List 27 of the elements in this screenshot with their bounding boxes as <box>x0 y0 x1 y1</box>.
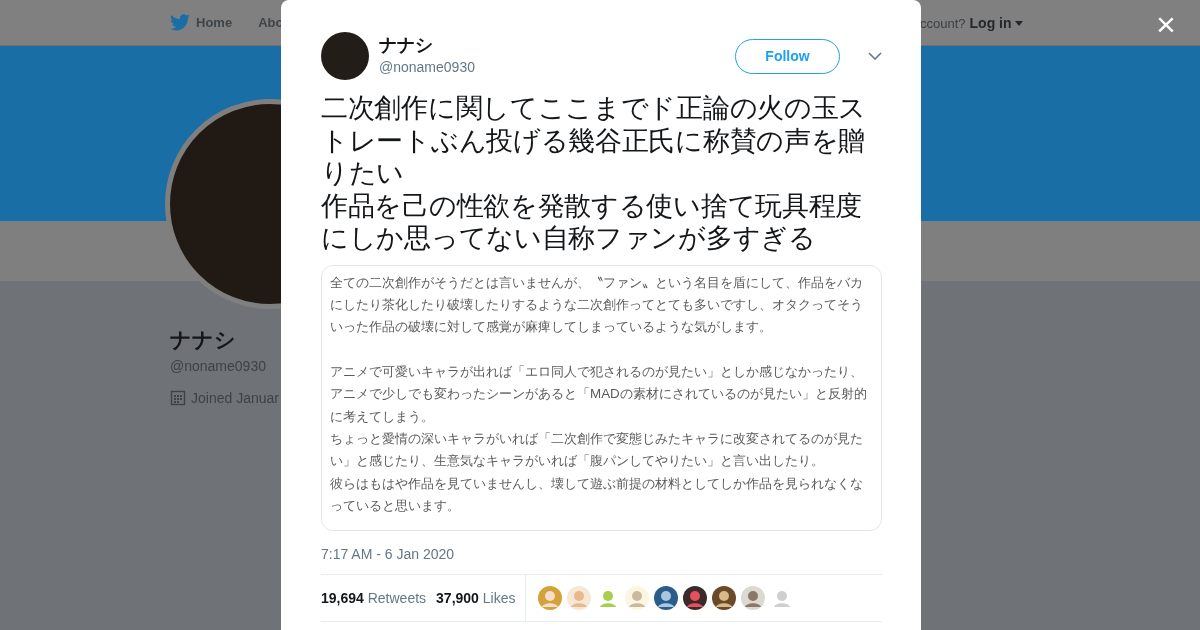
image-text: 全ての二次創作がそうだとは言いませんが、〝ファン〟という名目を盾にして、作品をバカにしたり茶化したり破壊したりするような二次創作ってとても多いですし、オタクってそういった作品の破壊に対して感覚が麻痺してしまっているような気がします。 <box>330 273 864 337</box>
chevron-down-icon[interactable] <box>868 52 882 60</box>
home-link[interactable]: Home <box>170 14 233 31</box>
account-prompt: ccount? <box>920 15 966 31</box>
author-name[interactable]: ナナシ <box>379 33 725 57</box>
author-handle[interactable]: @noname0930 <box>379 59 725 75</box>
bird-icon <box>170 14 190 31</box>
tweet-timestamp: 7:17 AM - 6 Jan 2020 <box>321 545 456 562</box>
image-text: アニメで可愛いキャラが出れば「エロ同人で犯されるのが見たい」としか感じなかったり、 <box>330 362 864 381</box>
image-text: ちょっと愛情の深いキャラがいれば「二次創作で変態じみたキャラに改変されてるのが見たい」と感じたり、生意気なキャラがいれば「腹パンしてやりたい」と言い出したり。 <box>330 429 864 471</box>
stat-count[interactable]: 37,900 Likes <box>436 589 516 606</box>
liker-avatar[interactable] <box>683 585 708 610</box>
liker-avatar[interactable] <box>654 585 679 610</box>
login-link[interactable]: Log in <box>969 15 1023 31</box>
follow-button[interactable]: Follow <box>735 38 840 74</box>
tweet-text: 二次創作に関してここまでド正論の火の玉ストレートぶん投げる幾谷正氏に称賛の声を贈りたい <box>321 92 867 190</box>
image-text: 彼らはもはや作品を見ていませんし、壊して遊ぶ前提の材料としてしか作品を見られなくなっていると思います。 <box>330 474 864 516</box>
image-text: アニメで少しでも変わったシーンがあると「MADの素材にされているのが見たい」と反射的に考えてしまう。 <box>330 385 868 426</box>
close-button[interactable]: × <box>1152 10 1180 38</box>
caret-icon <box>1014 20 1023 26</box>
calendar-icon <box>170 390 186 406</box>
tweet-text: 作品を己の性欲を発散する使い捨て玩具程度にしか思ってない自称ファンが多すぎる <box>321 189 863 255</box>
stat-count[interactable]: 19,694 Retweets <box>321 589 427 606</box>
liker-avatar[interactable] <box>712 585 737 610</box>
profile-name: ナナシ <box>170 327 236 353</box>
avatar[interactable] <box>321 32 369 80</box>
attached-image[interactable] <box>321 264 882 531</box>
